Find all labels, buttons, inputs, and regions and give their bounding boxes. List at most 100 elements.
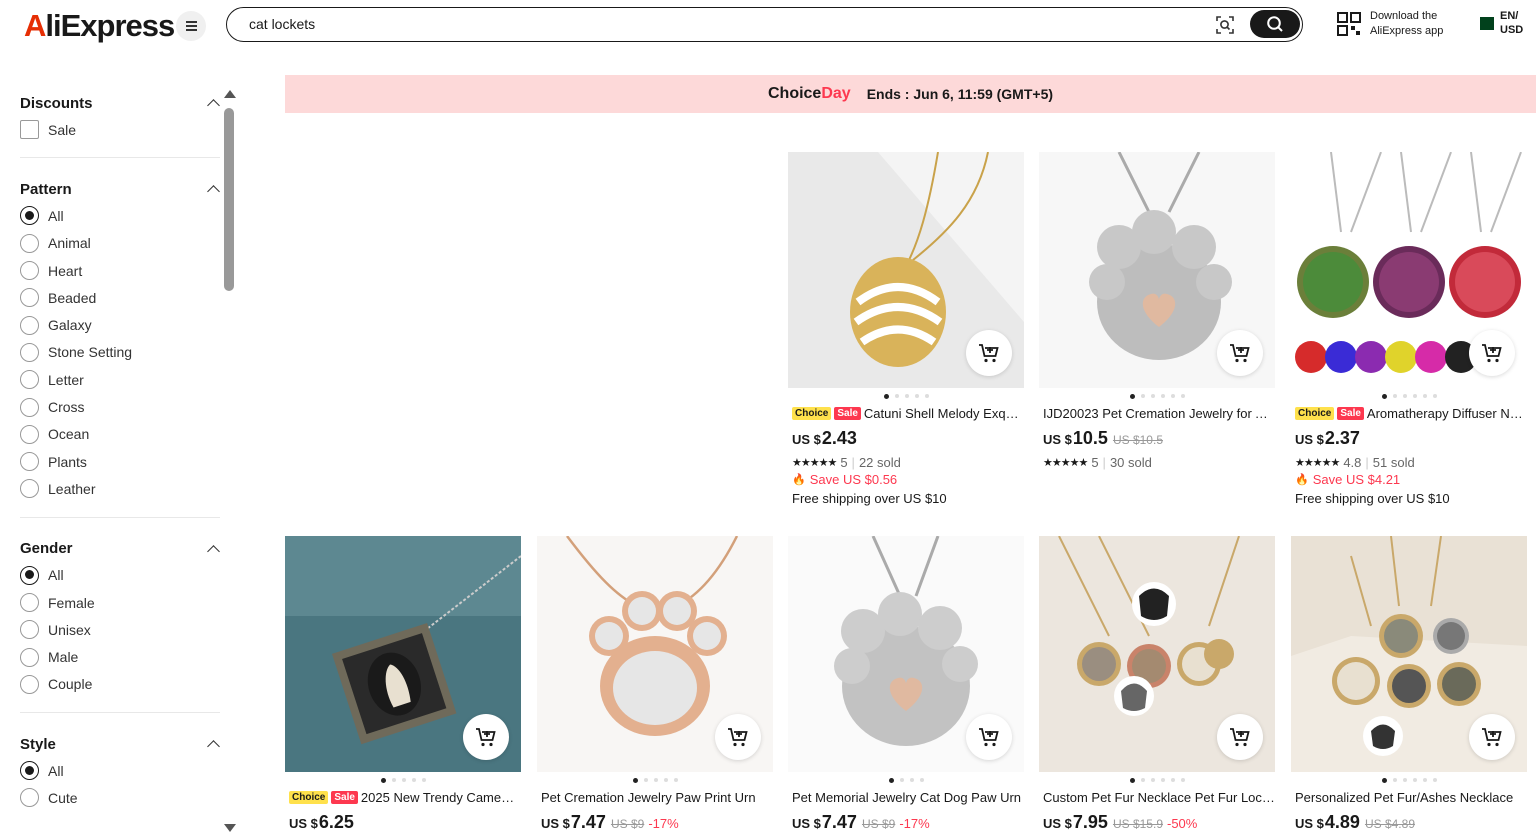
add-to-cart-button[interactable]	[1217, 714, 1263, 760]
product-title[interactable]: Aromatherapy Diffuser Necklace	[1367, 406, 1527, 421]
scrollbar-thumb[interactable]	[224, 108, 234, 291]
filter-header[interactable]: Style	[20, 731, 220, 757]
scroll-up-arrow-icon[interactable]	[224, 90, 236, 98]
radio-button[interactable]	[20, 342, 39, 362]
carousel-dot[interactable]	[883, 393, 889, 399]
checkbox[interactable]	[20, 120, 39, 140]
product-image[interactable]	[788, 536, 1024, 772]
carousel-dot[interactable]	[1412, 778, 1417, 782]
scroll-down-arrow-icon[interactable]	[224, 824, 236, 832]
filter-option-beaded[interactable]: Beaded	[20, 284, 220, 311]
filter-option-all[interactable]: All	[20, 562, 220, 589]
carousel-dot[interactable]	[1180, 778, 1185, 782]
image-search-icon[interactable]	[1215, 15, 1235, 35]
carousel-dot[interactable]	[909, 778, 914, 782]
product-card[interactable]: ChoiceSaleAromatherapy Diffuser Necklace…	[1291, 152, 1527, 509]
carousel-dot[interactable]	[1402, 394, 1407, 398]
product-card[interactable]: Choice Sale Catuni Shell Melody Exquisite U…	[788, 152, 1024, 509]
carousel-dot[interactable]	[1160, 778, 1165, 782]
product-image[interactable]	[1039, 152, 1275, 388]
radio-button[interactable]	[20, 674, 39, 694]
radio-button[interactable]	[20, 233, 39, 253]
filter-header[interactable]: Gender	[20, 536, 220, 562]
carousel-dot[interactable]	[904, 394, 909, 398]
carousel-dot[interactable]	[1150, 778, 1155, 782]
carousel-dot[interactable]	[1412, 394, 1417, 398]
carousel-dot[interactable]	[1170, 778, 1175, 782]
carousel-dot[interactable]	[1422, 394, 1427, 398]
search-button[interactable]	[1250, 10, 1300, 38]
carousel-dot[interactable]	[924, 394, 929, 398]
add-to-cart-button[interactable]	[715, 714, 761, 760]
carousel-dot[interactable]	[888, 777, 894, 783]
carousel-dot[interactable]	[1381, 777, 1387, 783]
filter-option-couple[interactable]: Couple	[20, 671, 220, 698]
add-to-cart-button[interactable]	[966, 330, 1012, 376]
product-image[interactable]	[537, 536, 773, 772]
radio-button[interactable]	[20, 761, 39, 781]
filter-option-cross[interactable]: Cross	[20, 393, 220, 420]
product-image[interactable]	[1291, 536, 1527, 772]
filter-header[interactable]: Discounts	[20, 90, 220, 116]
carousel-dot[interactable]	[1392, 394, 1397, 398]
carousel-dot[interactable]	[421, 778, 426, 782]
filter-option-stone-setting[interactable]: Stone Setting	[20, 339, 220, 366]
chevron-up-icon[interactable]	[207, 740, 220, 753]
search-input[interactable]	[249, 14, 1149, 34]
product-card[interactable]: ChoiceSale2025 New Trendy Cameo Locket US…	[285, 536, 521, 834]
product-card[interactable]: Custom Pet Fur Necklace Pet Fur Locket US…	[1039, 536, 1275, 834]
carousel-dot[interactable]	[411, 778, 416, 782]
carousel-dot[interactable]	[1392, 778, 1397, 782]
filter-option-all[interactable]: All	[20, 757, 220, 784]
radio-button[interactable]	[20, 206, 39, 226]
language-currency[interactable]: EN/ USD	[1476, 9, 1523, 37]
filter-option-plants[interactable]: Plants	[20, 448, 220, 475]
carousel-dot[interactable]	[1129, 393, 1135, 399]
sidebar-scrollbar[interactable]	[222, 90, 236, 834]
carousel-dot[interactable]	[391, 778, 396, 782]
carousel-dot[interactable]	[1140, 394, 1145, 398]
carousel-dot[interactable]	[401, 778, 406, 782]
carousel-dot[interactable]	[1170, 394, 1175, 398]
product-card[interactable]: Pet Cremation Jewelry Paw Print Urn US $7…	[537, 536, 773, 834]
add-to-cart-button[interactable]	[1469, 714, 1515, 760]
product-image[interactable]	[1291, 152, 1527, 388]
carousel-dot[interactable]	[1150, 394, 1155, 398]
carousel-dot[interactable]	[1432, 394, 1437, 398]
product-title[interactable]: Custom Pet Fur Necklace Pet Fur Locket	[1043, 790, 1275, 805]
radio-button[interactable]	[20, 288, 39, 308]
add-to-cart-button[interactable]	[1469, 330, 1515, 376]
radio-button[interactable]	[20, 452, 39, 472]
carousel-dot[interactable]	[663, 778, 668, 782]
product-card[interactable]: Pet Memorial Jewelry Cat Dog Paw Urn US $…	[788, 536, 1024, 834]
carousel-dot[interactable]	[1402, 778, 1407, 782]
carousel-dot[interactable]	[914, 394, 919, 398]
radio-button[interactable]	[20, 370, 39, 390]
filter-option-all[interactable]: All	[20, 202, 220, 229]
product-title[interactable]: Personalized Pet Fur/Ashes Necklace	[1295, 790, 1513, 805]
carousel-dot[interactable]	[643, 778, 648, 782]
filter-option-heart[interactable]: Heart	[20, 257, 220, 284]
download-app[interactable]: Download the AliExpress app	[1336, 9, 1460, 39]
filter-option-ocean[interactable]: Ocean	[20, 421, 220, 448]
filter-option-cute[interactable]: Cute	[20, 784, 220, 811]
carousel-dot[interactable]	[1129, 777, 1135, 783]
carousel-dot[interactable]	[1381, 393, 1387, 399]
radio-button[interactable]	[20, 620, 39, 640]
radio-button[interactable]	[20, 788, 39, 808]
filter-option-leather[interactable]: Leather	[20, 475, 220, 502]
filter-option-galaxy[interactable]: Galaxy	[20, 311, 220, 338]
filter-option-animal[interactable]: Animal	[20, 230, 220, 257]
carousel-dot[interactable]	[894, 394, 899, 398]
product-card[interactable]: IJD20023 Pet Cremation Jewelry for Ashes…	[1039, 152, 1275, 470]
radio-button[interactable]	[20, 565, 39, 585]
radio-button[interactable]	[20, 647, 39, 667]
add-to-cart-button[interactable]	[463, 714, 509, 760]
product-title[interactable]: IJD20023 Pet Cremation Jewelry for Ashes	[1043, 406, 1275, 421]
aliexpress-logo[interactable]: AliExpress	[24, 8, 175, 44]
add-to-cart-button[interactable]	[1217, 330, 1263, 376]
product-image[interactable]	[285, 536, 521, 772]
carousel-dot[interactable]	[632, 777, 638, 783]
carousel-dot[interactable]	[380, 777, 386, 783]
carousel-dot[interactable]	[919, 778, 924, 782]
